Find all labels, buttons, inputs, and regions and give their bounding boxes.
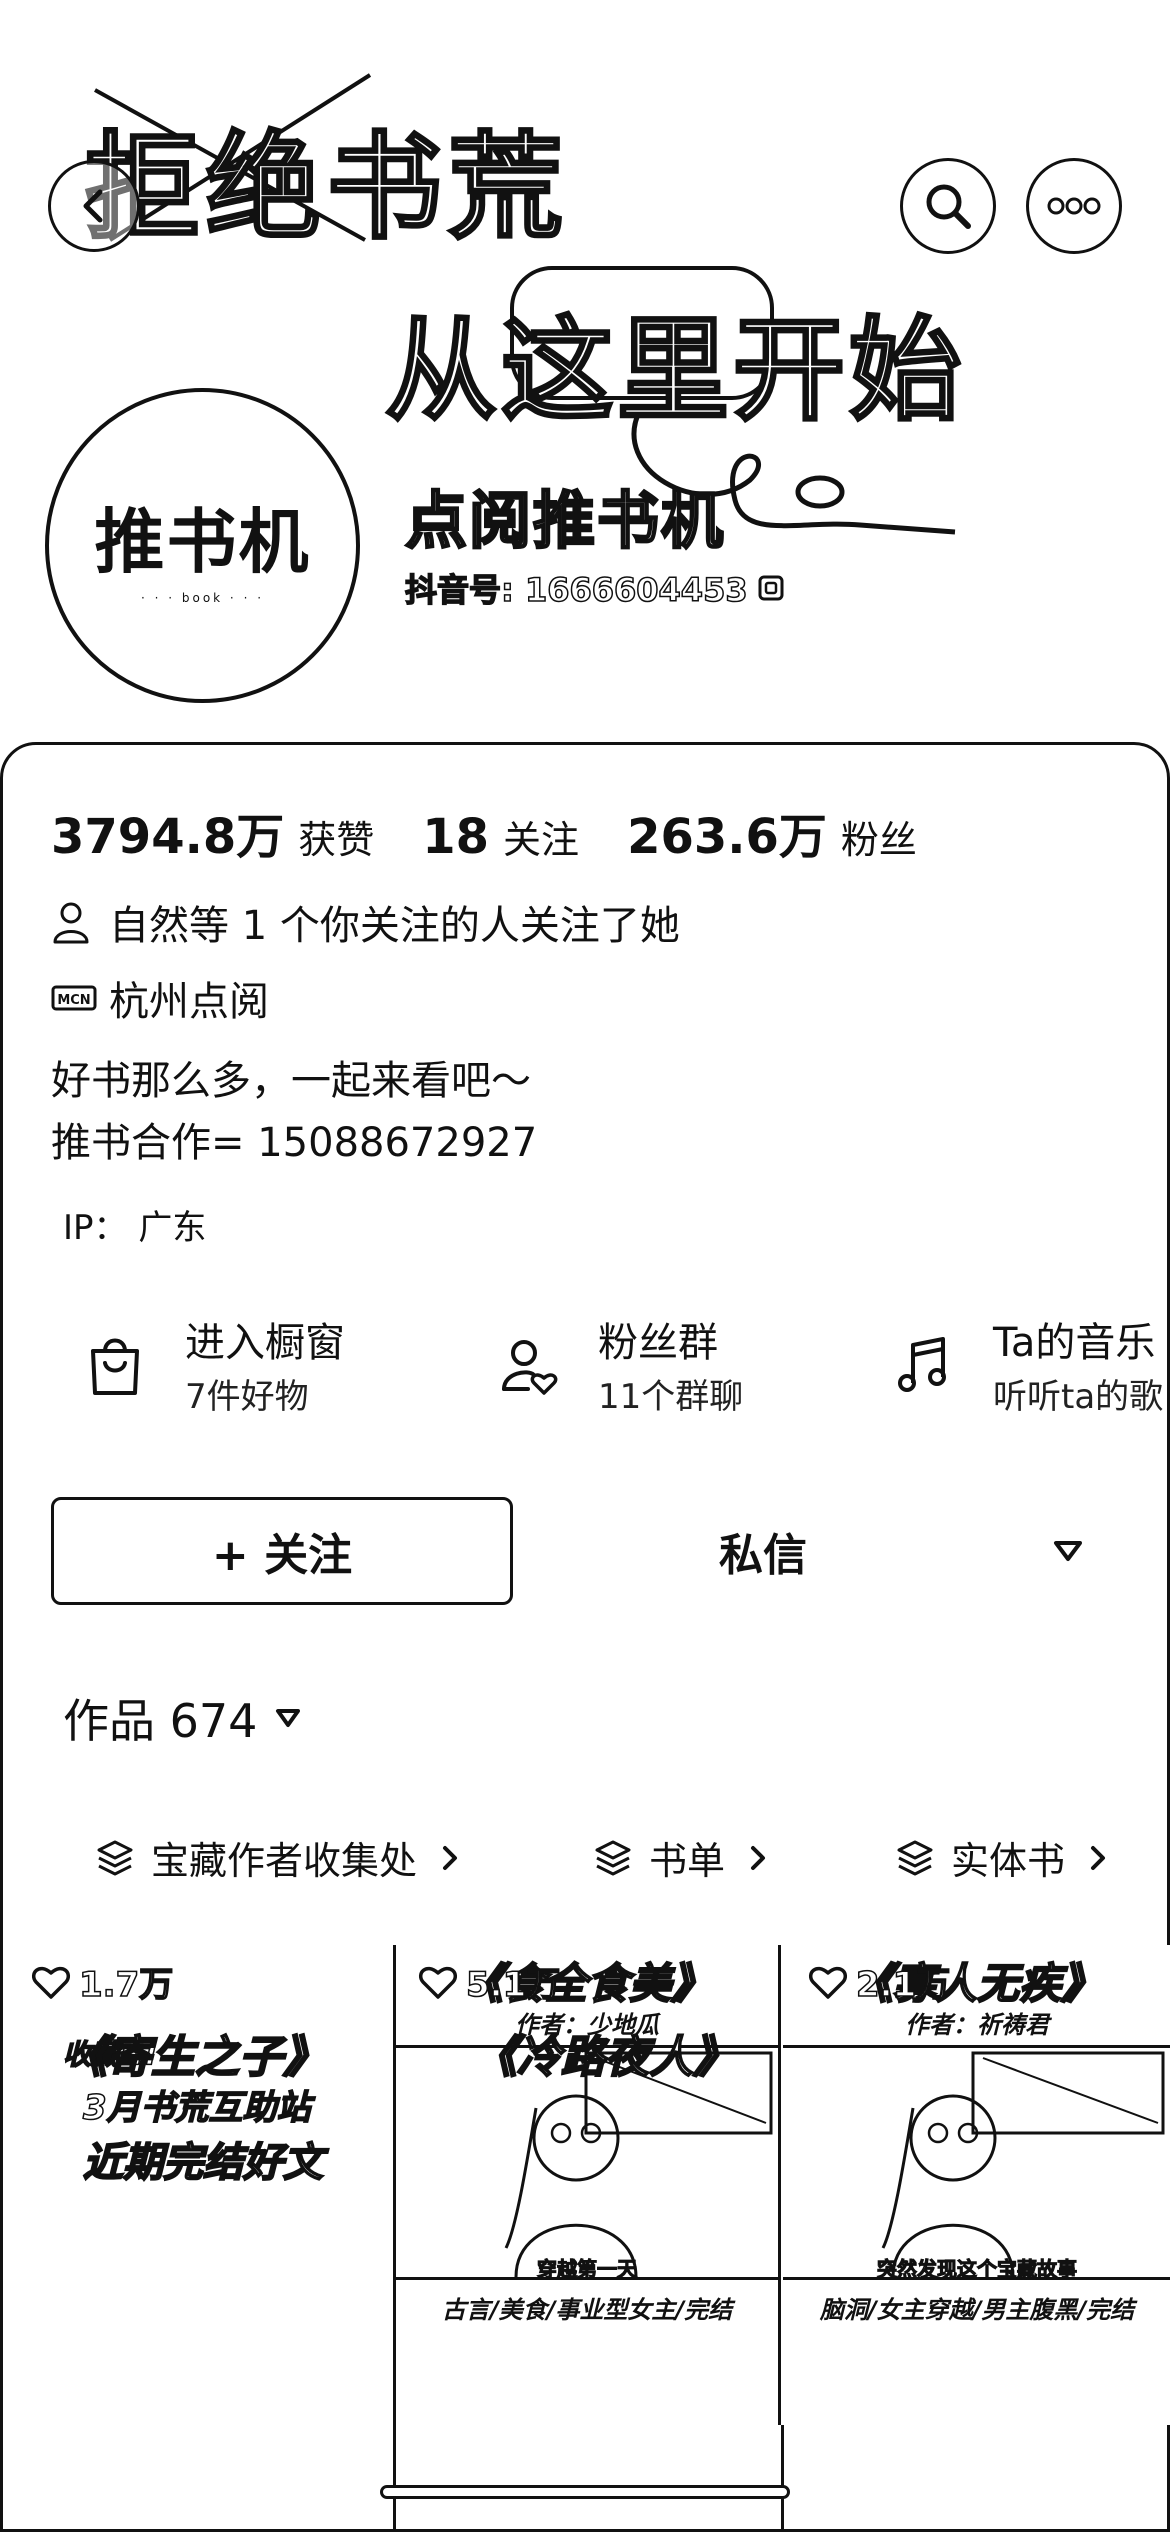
heart-icon bbox=[31, 1966, 71, 1999]
chevron-right-icon bbox=[751, 1845, 766, 1870]
message-button[interactable]: 私信 bbox=[603, 1497, 923, 1605]
copy-icon[interactable] bbox=[756, 573, 786, 603]
layers-icon bbox=[897, 1840, 933, 1875]
heart-icon bbox=[808, 1966, 848, 1999]
mutual-followers-row[interactable]: 自然等 1 个你关注的人关注了她 bbox=[51, 893, 680, 951]
music-note-icon bbox=[898, 1337, 946, 1392]
collection-book-list[interactable]: 书单 bbox=[593, 1830, 767, 1885]
stat-likes-label: 获赞 bbox=[298, 818, 375, 862]
stat-followers-number: 263.6万 bbox=[627, 809, 827, 865]
stat-followers-label: 粉丝 bbox=[840, 818, 917, 862]
next-row-book-title[interactable]: 《寄生之子》 bbox=[62, 2021, 328, 2085]
triangle-down-icon bbox=[1054, 1541, 1082, 1561]
feature-fan-group-subtitle: 11个群聊 bbox=[598, 1377, 744, 1417]
caret-down-icon bbox=[276, 1709, 301, 1727]
next-row-book-title[interactable]: 《冷路夜人》 bbox=[472, 2021, 738, 2085]
douyin-id-text: 抖音号: 1666604453 bbox=[404, 570, 748, 610]
avatar-logo-text: 推书机 bbox=[94, 500, 311, 583]
like-count-text: 5.1万 bbox=[465, 1964, 561, 2006]
profile-bio: 好书那么多，一起来看吧～ 推书合作= 15088672927 bbox=[51, 1050, 537, 1174]
book-tags: 古言/美食/事业型女主/完结 bbox=[441, 2296, 733, 2324]
mutual-followers-text: 自然等 1 个你关注的人关注了她 bbox=[109, 903, 680, 949]
video-like-count: 5.1万 bbox=[418, 1957, 561, 2006]
layers-icon bbox=[97, 1840, 133, 1875]
banner-tagline-line1: 拒绝书荒 bbox=[83, 119, 570, 257]
works-tab[interactable]: 作品 674 bbox=[63, 1685, 301, 1751]
collection-label: 宝藏作者收集处 bbox=[151, 1839, 418, 1883]
avatar[interactable]: 推书机 · · · book · · · bbox=[45, 388, 360, 703]
mcn-row[interactable]: MCN 杭州点阅 bbox=[51, 969, 269, 1027]
promo-text-3: 近期完结好文 bbox=[82, 2139, 324, 2187]
video-frame: 突然发现这个宝藏故事 bbox=[783, 2045, 1170, 2282]
feature-fan-group-title: 粉丝群 bbox=[598, 1320, 718, 1366]
mcn-badge-icon: MCN bbox=[51, 985, 97, 1011]
video-thumbnail[interactable]: 《寡人无疾》 作者：祈祷君 突然发现这个宝藏故事 脑洞/女主穿越/男主腹黑/完结 bbox=[783, 1945, 1170, 2425]
video-like-count: 2.1万 bbox=[808, 1957, 951, 2006]
follow-button[interactable]: + 关注 bbox=[51, 1497, 513, 1605]
profile-banner: 拒绝书荒 从这里开始 推书机 · · · book · · · 点阅推书机 抖音… bbox=[0, 0, 1170, 745]
feature-music[interactable]: Ta的音乐 听听ta的歌 bbox=[883, 1315, 1163, 1423]
collection-label: 实体书 bbox=[951, 1839, 1066, 1883]
video-caption: 穿越第一天 bbox=[537, 2257, 638, 2282]
feature-fan-group[interactable]: 粉丝群 11个群聊 bbox=[488, 1315, 743, 1423]
collections-row: 宝藏作者收集处 书单 实体书 bbox=[3, 1830, 1170, 1900]
ip-location: IP： 广东 bbox=[63, 1208, 207, 1248]
profile-card: 3794.8万 获赞 18 关注 263.6万 粉丝 自然等 1 个你关注的人关… bbox=[0, 742, 1170, 2532]
feature-music-subtitle: 听听ta的歌 bbox=[993, 1377, 1164, 1417]
collection-treasure-authors[interactable]: 宝藏作者收集处 bbox=[95, 1830, 459, 1885]
douyin-id[interactable]: 抖音号: 1666604453 bbox=[404, 565, 786, 611]
heart-icon bbox=[418, 1966, 458, 1999]
video-thumbnail[interactable]: 《食全食美》 作者：少地瓜 穿越第一天 古言/美食/事业型女主/完结 bbox=[393, 1945, 781, 2425]
stats-row: 3794.8万 获赞 18 关注 263.6万 粉丝 bbox=[51, 797, 965, 867]
like-count-text: 2.1万 bbox=[855, 1964, 951, 2006]
profile-nickname: 点阅推书机 bbox=[404, 483, 726, 559]
stat-following[interactable]: 18 关注 bbox=[422, 809, 579, 865]
search-icon bbox=[926, 184, 971, 229]
recommend-dropdown-button[interactable] bbox=[1023, 1515, 1113, 1587]
bio-line-2: 推书合作= 15088672927 bbox=[51, 1120, 538, 1166]
stat-likes: 3794.8万 获赞 bbox=[51, 797, 374, 867]
home-indicator[interactable] bbox=[380, 2485, 790, 2499]
grid-divider bbox=[393, 2425, 396, 2532]
mcn-name: 杭州点阅 bbox=[109, 979, 269, 1025]
like-count-text: 1.7万 bbox=[78, 1964, 174, 2006]
chevron-right-icon bbox=[1091, 1845, 1106, 1870]
stat-followers[interactable]: 263.6万 粉丝 bbox=[627, 797, 917, 867]
collection-label: 书单 bbox=[649, 1839, 726, 1883]
stat-following-label: 关注 bbox=[503, 818, 580, 862]
works-count-label: 作品 674 bbox=[63, 1694, 258, 1748]
fan-group-icon bbox=[502, 1340, 558, 1395]
feature-showcase-title: 进入橱窗 bbox=[185, 1320, 345, 1366]
layers-icon bbox=[595, 1840, 631, 1875]
search-button[interactable] bbox=[900, 158, 996, 254]
presenter-illustration bbox=[881, 2051, 1165, 2278]
shopping-bag-icon bbox=[91, 1338, 139, 1395]
bio-line-1: 好书那么多，一起来看吧～ bbox=[51, 1058, 531, 1104]
more-options-button[interactable] bbox=[1026, 158, 1122, 254]
stat-likes-number: 3794.8万 bbox=[51, 809, 285, 865]
chevron-right-icon bbox=[443, 1845, 458, 1870]
grid-divider bbox=[781, 2425, 784, 2532]
video-thumbnail[interactable]: 收藏!!! 3月书荒互助站 近期完结好文 bbox=[3, 1945, 391, 2425]
stat-following-number: 18 bbox=[422, 809, 490, 865]
avatar-logo-subtext: · · · book · · · bbox=[140, 591, 265, 605]
video-like-count: 1.7万 bbox=[31, 1957, 174, 2006]
book-tags: 脑洞/女主穿越/男主腹黑/完结 bbox=[819, 2296, 1135, 2324]
banner-tagline-line2: 从这里开始 bbox=[384, 304, 965, 438]
svg-text:MCN: MCN bbox=[57, 993, 90, 1008]
video-caption: 突然发现这个宝藏故事 bbox=[877, 2257, 1078, 2282]
feature-showcase-subtitle: 7件好物 bbox=[185, 1377, 309, 1417]
person-icon bbox=[53, 902, 89, 944]
feature-entries: 进入橱窗 7件好物 粉丝群 11个群聊 Ta的音乐 听听ta的歌 bbox=[3, 1315, 1170, 1445]
feature-showcase[interactable]: 进入橱窗 7件好物 bbox=[75, 1315, 345, 1423]
book-author: 作者：祈祷君 bbox=[905, 2011, 1049, 2039]
chevron-left-icon bbox=[83, 189, 103, 223]
back-button[interactable] bbox=[48, 160, 140, 252]
more-dots-icon bbox=[1047, 197, 1101, 215]
feature-music-title: Ta的音乐 bbox=[993, 1320, 1156, 1366]
collection-physical-books[interactable]: 实体书 bbox=[895, 1830, 1107, 1885]
promo-text-2: 3月书荒互助站 bbox=[82, 2087, 311, 2129]
